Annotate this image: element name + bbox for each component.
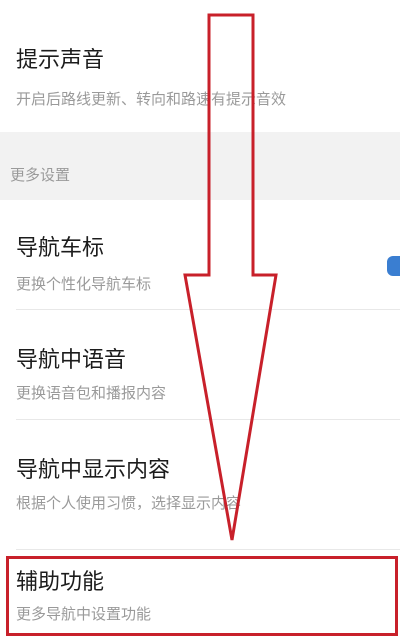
settings-item-subtitle: 更换个性化导航车标	[16, 275, 152, 293]
prompt-sound-row[interactable]: 提示声音 开启后路线更新、转向和路速有提示音效	[0, 0, 400, 132]
section-more-settings: 更多设置	[0, 132, 400, 200]
settings-item-title: 导航中显示内容	[16, 458, 171, 483]
settings-item-subtitle: 根据个人使用习惯，选择显示内容	[16, 494, 242, 512]
settings-item-accessibility[interactable]: 辅助功能 更多导航中设置功能	[0, 550, 400, 642]
settings-item-title: 导航车标	[16, 236, 105, 261]
prompt-sound-title: 提示声音	[16, 48, 105, 73]
section-more-settings-label: 更多设置	[10, 166, 71, 184]
settings-item-subtitle: 更多导航中设置功能	[16, 605, 152, 623]
side-tab-icon[interactable]	[387, 256, 400, 276]
settings-item-car-icon[interactable]: 导航车标 更换个性化导航车标	[0, 200, 400, 310]
settings-item-voice[interactable]: 导航中语音 更换语音包和播报内容	[0, 310, 400, 420]
settings-item-title: 辅助功能	[16, 570, 105, 595]
settings-item-title: 导航中语音	[16, 348, 127, 373]
prompt-sound-subtitle: 开启后路线更新、转向和路速有提示音效	[16, 90, 287, 108]
settings-item-subtitle: 更换语音包和播报内容	[16, 384, 167, 402]
settings-item-display-content[interactable]: 导航中显示内容 根据个人使用习惯，选择显示内容	[0, 420, 400, 550]
